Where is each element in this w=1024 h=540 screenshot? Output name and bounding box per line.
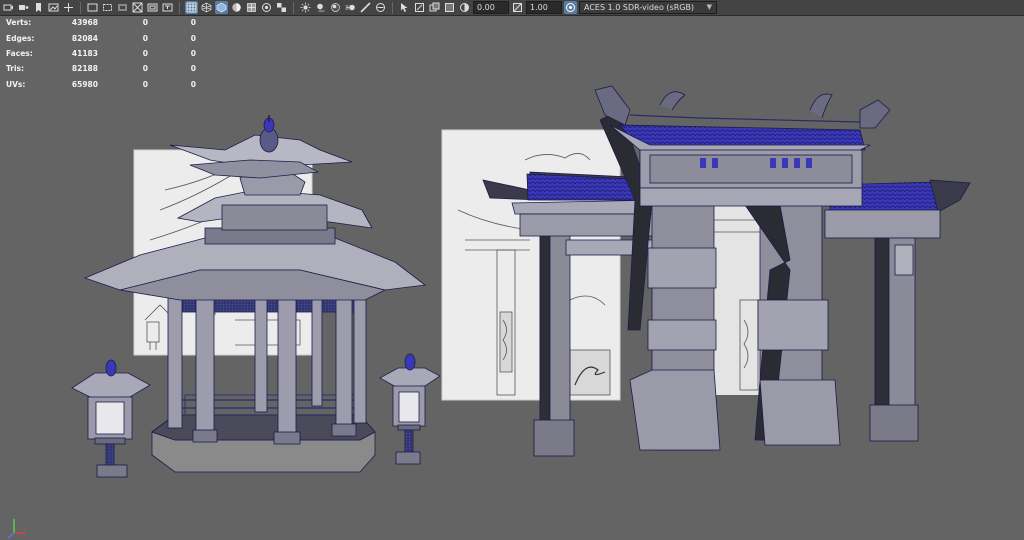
reference-image-plane-right[interactable] — [441, 129, 621, 401]
lantern-right-model[interactable] — [379, 353, 441, 465]
axis-gizmo-icon — [7, 519, 26, 539]
viewport-scene[interactable] — [0, 0, 1024, 540]
lantern-left-model[interactable] — [71, 359, 151, 478]
